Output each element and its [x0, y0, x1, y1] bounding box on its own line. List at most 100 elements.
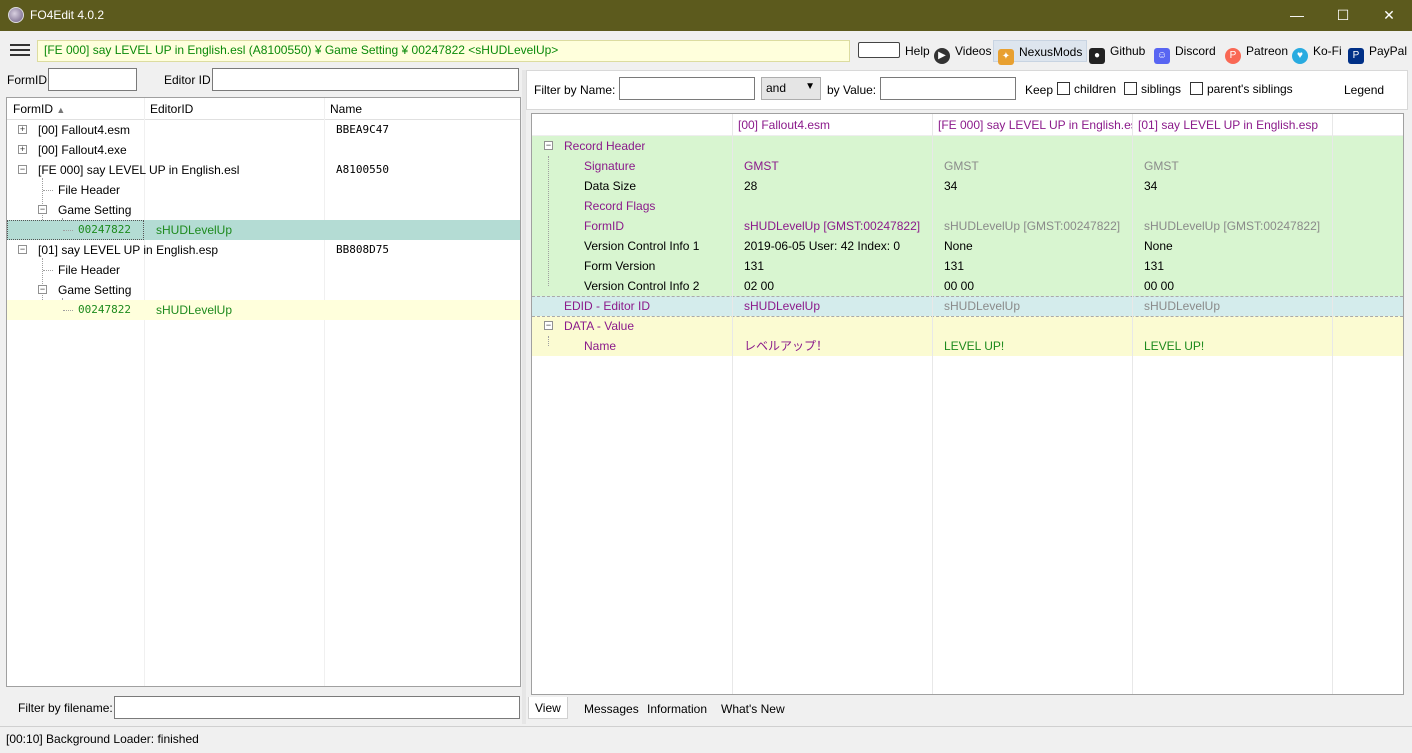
tree-row[interactable]: + [00] Fallout4.esm BBEA9C47: [7, 120, 520, 140]
github-icon: ●: [1089, 48, 1105, 64]
grid-row[interactable]: Record Flags: [532, 196, 1403, 216]
grid-cell[interactable]: GMST: [932, 156, 979, 176]
col-file-3[interactable]: [01] say LEVEL UP in English.esp: [1132, 114, 1332, 134]
grid-cell[interactable]: 2019-06-05 User: 42 Index: 0: [732, 236, 900, 256]
grid-cell[interactable]: LEVEL UP!: [1132, 336, 1204, 356]
legend-button[interactable]: Legend: [1344, 83, 1384, 97]
maximize-button[interactable]: ☐: [1320, 0, 1366, 31]
grid-row[interactable]: Data Size 28 34 34: [532, 176, 1403, 196]
grid-cell[interactable]: 00 00: [1132, 276, 1174, 296]
github-button[interactable]: ● Github: [1085, 40, 1149, 64]
grid-row[interactable]: Version Control Info 2 02 00 00 00 00 00: [532, 276, 1403, 296]
patreon-button[interactable]: P Patreon: [1221, 40, 1292, 64]
parents-siblings-checkbox[interactable]: parent's siblings: [1190, 82, 1293, 96]
grid-row[interactable]: Form Version 131 131 131: [532, 256, 1403, 276]
col-formid-label: FormID: [13, 102, 53, 116]
tree-row[interactable]: − Game Setting: [7, 280, 520, 300]
operator-select[interactable]: and ▼: [761, 77, 821, 100]
patreon-icon: P: [1225, 48, 1241, 64]
grid-cell[interactable]: LEVEL UP!: [932, 336, 1004, 356]
formid-input[interactable]: [48, 68, 137, 91]
plugin-tree[interactable]: FormID ▲ EditorID Name + [00] Fallout4.e…: [6, 97, 521, 687]
grid-row[interactable]: EDID - Editor ID sHUDLevelUp sHUDLevelUp…: [532, 296, 1403, 316]
filter-value-label: by Value:: [827, 83, 877, 97]
tree-row[interactable]: − [FE 000] say LEVEL UP in English.esl A…: [7, 160, 520, 180]
grid-row[interactable]: FormID sHUDLevelUp [GMST:00247822] sHUDL…: [532, 216, 1403, 236]
col-name[interactable]: Name: [324, 98, 362, 120]
tree-row[interactable]: − Game Setting: [7, 200, 520, 220]
tree-row[interactable]: File Header: [7, 260, 520, 280]
minimize-button[interactable]: —: [1274, 0, 1320, 31]
pane-splitter[interactable]: [522, 70, 526, 724]
grid-cell[interactable]: 28: [732, 176, 757, 196]
grid-cell[interactable]: GMST: [732, 156, 779, 176]
discord-icon: ☺: [1154, 48, 1170, 64]
close-button[interactable]: ✕: [1366, 0, 1412, 31]
videos-button[interactable]: ▶ Videos: [930, 40, 995, 64]
col-formid[interactable]: FormID ▲: [7, 98, 144, 121]
grid-cell[interactable]: sHUDLevelUp: [732, 296, 820, 316]
filter-filename-input[interactable]: [114, 696, 520, 719]
tree-row[interactable]: + [00] Fallout4.exe: [7, 140, 520, 160]
record-view-grid[interactable]: [00] Fallout4.esm [FE 000] say LEVEL UP …: [531, 113, 1404, 695]
tree-row-label: [00] Fallout4.esm: [38, 123, 131, 137]
discord-button[interactable]: ☺ Discord: [1150, 40, 1220, 64]
tree-row[interactable]: File Header: [7, 180, 520, 200]
tab-messages[interactable]: Messages: [577, 697, 646, 719]
filter-value-input[interactable]: [880, 77, 1016, 100]
children-checkbox[interactable]: children: [1057, 82, 1116, 96]
paypal-label: PayPal: [1369, 44, 1408, 58]
tab-view[interactable]: View: [528, 697, 568, 719]
grid-cell[interactable]: 34: [932, 176, 957, 196]
siblings-checkbox[interactable]: siblings: [1124, 82, 1181, 96]
editorid-input[interactable]: [212, 68, 519, 91]
grid-row[interactable]: − DATA - Value: [532, 316, 1403, 336]
grid-row[interactable]: − Record Header: [532, 136, 1403, 156]
record-path-bar: [FE 000] say LEVEL UP in English.esl (A8…: [37, 40, 850, 62]
hamburger-menu-icon[interactable]: [8, 41, 32, 59]
help-button[interactable]: Help: [854, 40, 934, 62]
col-editorid[interactable]: EditorID: [144, 98, 193, 120]
nexusmods-button[interactable]: ✦ NexusMods: [993, 40, 1088, 65]
paypal-button[interactable]: P PayPal: [1344, 40, 1411, 64]
grid-cell[interactable]: レベルアップ！: [732, 336, 828, 356]
grid-cell[interactable]: sHUDLevelUp: [1132, 296, 1220, 316]
grid-cell[interactable]: 00 00: [932, 276, 974, 296]
filter-name-input[interactable]: [619, 77, 755, 100]
tree-row[interactable]: 00247822 sHUDLevelUp: [7, 300, 520, 320]
grid-cell[interactable]: 02 00: [732, 276, 774, 296]
collapse-icon[interactable]: −: [38, 205, 47, 214]
tree-row-selected[interactable]: 00247822 sHUDLevelUp: [7, 220, 520, 240]
tree-row[interactable]: − [01] say LEVEL UP in English.esp BB808…: [7, 240, 520, 260]
kofi-button[interactable]: ♥ Ko-Fi: [1288, 40, 1346, 64]
collapse-icon[interactable]: −: [18, 165, 27, 174]
grid-cell[interactable]: 131: [932, 256, 964, 276]
col-file-1[interactable]: [00] Fallout4.esm: [732, 114, 932, 134]
github-label: Github: [1110, 44, 1146, 58]
chevron-down-icon: ▼: [805, 81, 815, 92]
tab-whats-new[interactable]: What's New: [714, 697, 792, 719]
tree-row-editorid: sHUDLevelUp: [156, 223, 233, 237]
grid-cell[interactable]: sHUDLevelUp [GMST:00247822]: [1132, 216, 1320, 236]
discord-label: Discord: [1175, 44, 1216, 58]
tree-row-label: 00247822: [78, 223, 131, 236]
grid-cell[interactable]: sHUDLevelUp [GMST:00247822]: [932, 216, 1120, 236]
grid-cell[interactable]: 34: [1132, 176, 1157, 196]
grid-cell[interactable]: 131: [1132, 256, 1164, 276]
col-file-2[interactable]: [FE 000] say LEVEL UP in English.esl: [932, 114, 1132, 134]
tab-information[interactable]: Information: [640, 697, 714, 719]
grid-cell[interactable]: 131: [732, 256, 764, 276]
collapse-icon[interactable]: −: [18, 245, 27, 254]
grid-cell[interactable]: GMST: [1132, 156, 1179, 176]
grid-row[interactable]: Version Control Info 1 2019-06-05 User: …: [532, 236, 1403, 256]
expand-icon[interactable]: +: [18, 145, 27, 154]
grid-row[interactable]: Name レベルアップ！ LEVEL UP! LEVEL UP!: [532, 336, 1403, 356]
grid-cell[interactable]: None: [932, 236, 973, 256]
expand-icon[interactable]: +: [18, 125, 27, 134]
tree-row-label: File Header: [58, 263, 121, 277]
grid-cell[interactable]: sHUDLevelUp: [932, 296, 1020, 316]
collapse-icon[interactable]: −: [38, 285, 47, 294]
grid-cell[interactable]: None: [1132, 236, 1173, 256]
grid-row[interactable]: Signature GMST GMST GMST: [532, 156, 1403, 176]
grid-cell[interactable]: sHUDLevelUp [GMST:00247822]: [732, 216, 920, 236]
